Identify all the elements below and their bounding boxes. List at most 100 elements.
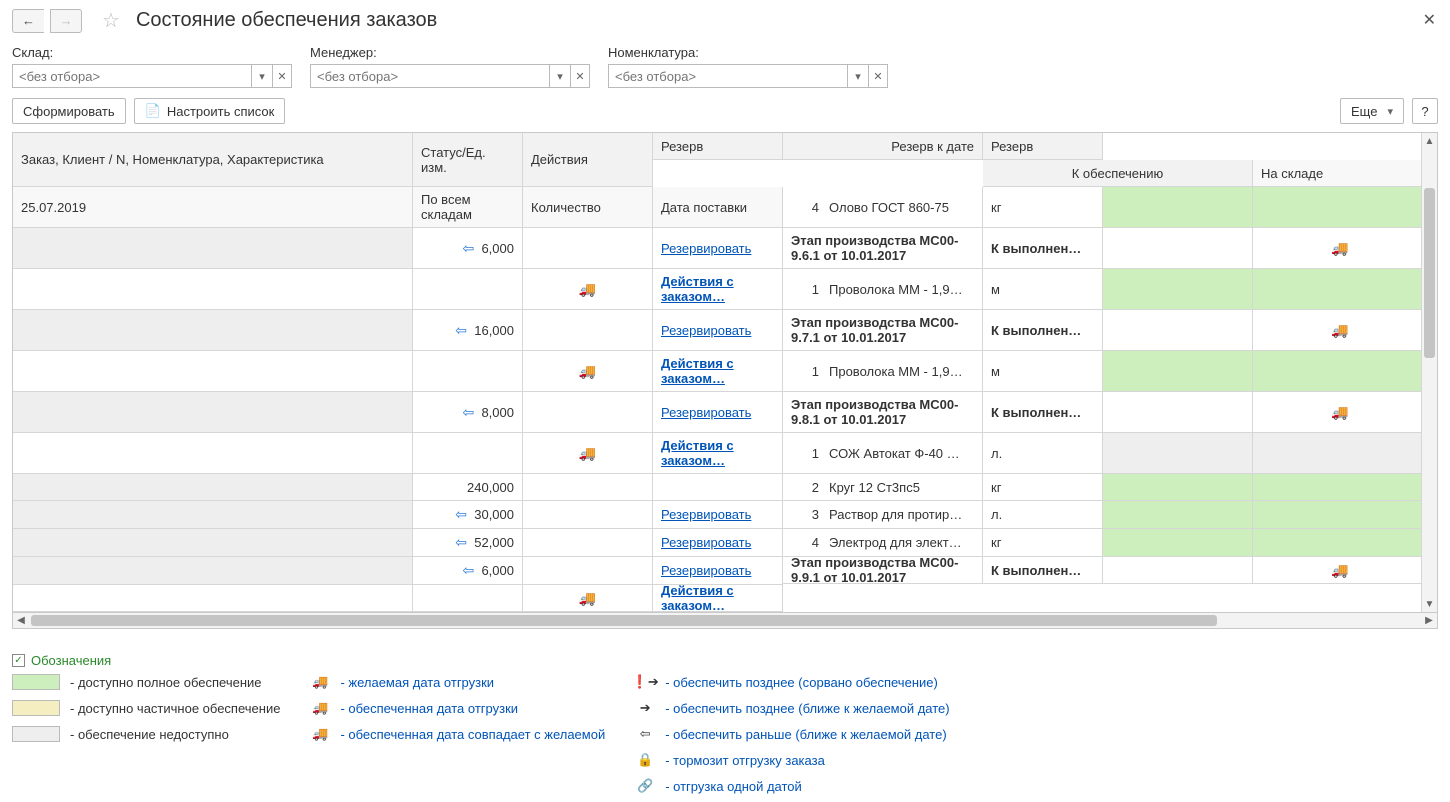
uom-cell: кг (983, 187, 1103, 228)
generate-button[interactable]: Сформировать (12, 98, 126, 124)
table-row[interactable]: 1СОЖ Автокат Ф-40 кон…<характеристики не… (783, 433, 983, 474)
truck-r-icon: 🚚 (310, 700, 330, 716)
order-actions-link[interactable]: Действия с заказом… (661, 274, 774, 304)
actions-cell[interactable]: Резервировать (653, 310, 783, 351)
filter-nomen-label: Номенклатура: (608, 45, 888, 60)
uom-cell: л. (983, 501, 1103, 529)
reserve-link[interactable]: Резервировать (661, 405, 751, 420)
actions-cell[interactable]: Резервировать (653, 228, 783, 269)
truck-g-icon: 🚚 (310, 726, 330, 742)
truck-reserve-icon: 🚚 (1331, 404, 1348, 421)
help-button[interactable]: ? (1412, 98, 1438, 124)
nav-back-button[interactable]: ← (12, 9, 44, 33)
scroll-up-icon[interactable]: ▲ (1422, 133, 1437, 149)
col-order-header: Заказ, Клиент / N, Номенклатура, Характе… (13, 133, 413, 187)
filter-manager-input[interactable] (310, 64, 550, 88)
favorite-star-icon[interactable]: ☆ (102, 8, 120, 33)
actions-cell[interactable]: Резервировать (653, 501, 783, 529)
qty-cell: ⇦ 52,000 (413, 529, 523, 557)
order-actions-link[interactable]: Действия с заказом… (661, 585, 774, 612)
order-actions-link[interactable]: Действия с заказом… (661, 356, 774, 386)
reserve-allstocks-cell (13, 557, 413, 585)
arr-l-icon: ⇦ (635, 726, 655, 742)
table-row[interactable]: Этап производства MC00-9.9.1 от 10.01.20… (783, 557, 983, 584)
scroll-down-icon[interactable]: ▼ (1422, 596, 1437, 612)
nomenclature-name: Электрод для электро… (829, 535, 964, 550)
actions-cell[interactable]: Резервировать (653, 529, 783, 557)
delivery-date-cell: 🚚 (523, 585, 653, 612)
filter-nomen-dropdown-icon[interactable]: ▾ (848, 64, 868, 88)
filter-nomen-input[interactable] (608, 64, 848, 88)
reserve-link[interactable]: Резервировать (661, 507, 751, 522)
filter-nomen-clear-icon[interactable]: ✕ (868, 64, 888, 88)
truck-delivery-icon: 🚚 (579, 590, 596, 607)
reserve-link[interactable]: Резервировать (661, 241, 751, 256)
truck-delivery-icon: 🚚 (579, 281, 596, 298)
arrow-left-icon: ⇦ (462, 562, 474, 579)
uom-cell: л. (983, 433, 1103, 474)
filter-warehouse-input[interactable] (12, 64, 252, 88)
table-row[interactable]: Этап производства MC00-9.8.1 от 10.01.20… (783, 392, 983, 433)
status-cell: К выполнен… (983, 228, 1103, 269)
actions-cell[interactable]: Действия с заказом… (653, 269, 783, 310)
table-row[interactable]: Этап производства MC00-9.6.1 от 10.01.20… (783, 228, 983, 269)
qty-cell: ⇦ 30,000 (413, 501, 523, 529)
legend-item: 🔗- отгрузка одной датой (635, 778, 949, 794)
delivery-date-cell (523, 310, 653, 351)
table-row[interactable]: 1Проволока ММ - 1,9 Т…<характеристики не… (783, 351, 983, 392)
order-title: Этап производства MC00-9.7.1 от 10.01.20… (791, 315, 974, 345)
order-actions-link[interactable]: Действия с заказом… (661, 438, 774, 468)
qty-value: 6,000 (481, 563, 514, 578)
actions-cell[interactable]: Резервировать (653, 392, 783, 433)
configure-list-button[interactable]: 📄 Настроить список (134, 98, 286, 124)
reserve-link[interactable]: Резервировать (661, 563, 751, 578)
uom-cell: кг (983, 474, 1103, 501)
scroll-left-icon[interactable]: ◀ (13, 613, 29, 628)
vertical-scrollbar[interactable]: ▲ ▼ (1421, 133, 1437, 612)
vertical-scrollbar-thumb[interactable] (1424, 188, 1435, 358)
table-row[interactable]: 4Электрод для электро…<характеристики не… (783, 529, 983, 557)
actions-cell[interactable]: Действия с заказом… (653, 433, 783, 474)
qty-value: 240,000 (467, 480, 514, 495)
reserve-link[interactable]: Резервировать (661, 535, 751, 550)
nomenclature-name: Раствор для протирки … (829, 507, 964, 522)
qty-value: 6,000 (481, 241, 514, 256)
reserve-onstock-cell (1103, 433, 1253, 474)
col-reserve-date-header: Резерв к дате (783, 133, 983, 160)
nav-forward-button[interactable]: → (50, 9, 82, 33)
order-title: Этап производства MC00-9.9.1 от 10.01.20… (791, 557, 974, 584)
reserve-link[interactable]: Резервировать (661, 323, 751, 338)
arrow-left-icon: ⇦ (462, 240, 474, 257)
delivery-date-cell (523, 501, 653, 529)
arrow-left-icon: ⇦ (462, 404, 474, 421)
table-row[interactable]: Этап производства MC00-9.7.1 от 10.01.20… (783, 310, 983, 351)
actions-cell[interactable]: Действия с заказом… (653, 585, 783, 612)
filter-manager-clear-icon[interactable]: ✕ (570, 64, 590, 88)
scroll-right-icon[interactable]: ▶ (1421, 613, 1437, 628)
more-menu-button[interactable]: Еще (1340, 98, 1404, 124)
status-cell: К выполнен… (983, 310, 1103, 351)
horizontal-scrollbar-thumb[interactable] (31, 615, 1217, 626)
actions-cell[interactable]: Действия с заказом… (653, 351, 783, 392)
filter-warehouse-clear-icon[interactable]: ✕ (272, 64, 292, 88)
qty-value: 8,000 (481, 405, 514, 420)
table-row[interactable]: 2Круг 12 Ст3пс5<характеристики не ис… (783, 474, 983, 501)
legend-item: 🚚- обеспеченная дата отгрузки (310, 700, 605, 716)
horizontal-scrollbar[interactable]: ◀ ▶ (12, 613, 1438, 629)
filter-manager-dropdown-icon[interactable]: ▾ (550, 64, 570, 88)
legend-toggle-checkbox-icon[interactable]: ✓ (12, 654, 25, 667)
uom-cell: м (983, 269, 1103, 310)
legend-item: - доступно полное обеспечение (12, 674, 280, 690)
reserve-date-cell: 🚚 (1253, 557, 1428, 584)
legend-item: - доступно частичное обеспечение (12, 700, 280, 716)
arrow-left-icon: ⇦ (455, 322, 467, 339)
close-icon[interactable]: ✕ (1423, 10, 1436, 30)
table-row[interactable]: 4Олово ГОСТ 860-75<характеристики не ис… (783, 187, 983, 228)
legend-title[interactable]: ✓ Обозначения (12, 653, 1438, 668)
table-row[interactable]: 3Раствор для протирки …<характеристики н… (783, 501, 983, 529)
reserve-allstocks-cell (13, 228, 413, 269)
reserve-onstock-cell (1103, 501, 1253, 529)
table-row[interactable]: 1Проволока ММ - 1,9 Т…<характеристики не… (783, 269, 983, 310)
actions-cell[interactable]: Резервировать (653, 557, 783, 585)
filter-warehouse-dropdown-icon[interactable]: ▾ (252, 64, 272, 88)
